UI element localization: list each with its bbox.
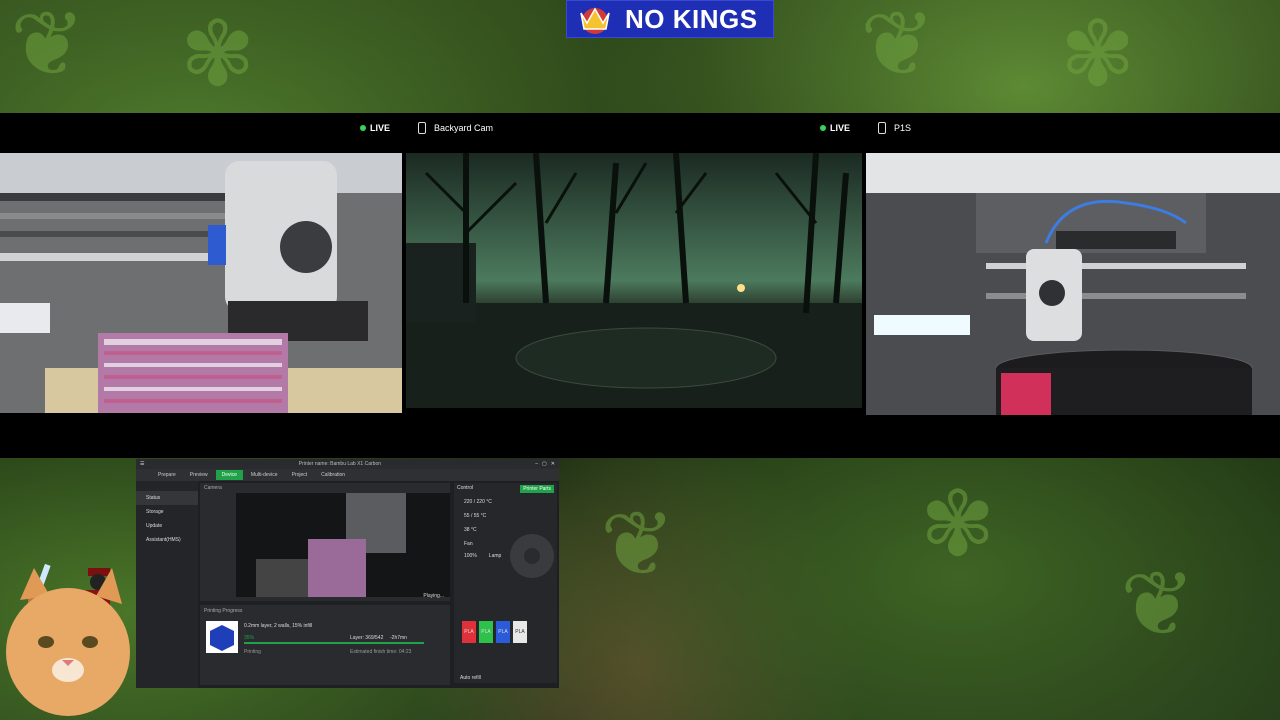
leaf-decor: ❦: [600, 495, 676, 595]
time-left: -2h7mn: [390, 635, 407, 641]
camera-header: P1S: [866, 113, 1280, 143]
tab-preview[interactable]: Preview: [184, 470, 214, 480]
leaf-decor: ✾: [180, 5, 256, 105]
control-header: Control Printer Parts: [454, 483, 557, 495]
cube-icon: [210, 625, 234, 651]
model-thumbnail: [206, 621, 238, 653]
tab-device[interactable]: Device: [215, 470, 243, 480]
tab-multi-device[interactable]: Multi-device: [245, 470, 284, 480]
job-name: 0.2mm layer, 2 walls, 15% infill: [244, 623, 313, 629]
auto-refill[interactable]: Auto refill: [460, 675, 481, 681]
leaf-decor: ✾: [920, 475, 996, 575]
ams-slot-1[interactable]: PLA: [462, 621, 476, 643]
bed-temp[interactable]: 55 / 55 °C: [454, 509, 557, 523]
sidebar-item-storage[interactable]: Storage: [136, 505, 198, 519]
maximize-icon[interactable]: ▢: [542, 461, 547, 467]
menu-icon[interactable]: ☰: [140, 461, 144, 467]
tab-project[interactable]: Project: [286, 470, 314, 480]
leaf-decor: ❦: [860, 0, 936, 95]
banner-text: NO KINGS: [625, 3, 758, 34]
printer-feed-1: [0, 153, 402, 413]
layer-text: Layer: 369/542: [350, 635, 384, 641]
bambu-studio-window: ☰ Printer name: Bambu Lab X1 Carbon – ▢ …: [136, 459, 559, 688]
ams-slot-2[interactable]: PLA: [479, 621, 493, 643]
progress-percent: 35%: [244, 635, 255, 641]
live-indicator: LIVE: [819, 123, 850, 133]
no-kings-banner: NO KINGS: [566, 0, 774, 38]
control-label: Control: [457, 485, 474, 491]
nozzle-temp[interactable]: 220 / 220 °C: [454, 495, 557, 509]
p1s-feed: [866, 153, 1280, 415]
leaf-decor: ✾: [1060, 5, 1136, 105]
progress-fill: [244, 642, 424, 644]
camera-title: Backyard Cam: [434, 123, 494, 133]
sidebar-item-status[interactable]: Status: [136, 491, 198, 505]
top-tabs: Prepare Preview Device Multi-device Proj…: [136, 469, 559, 481]
ams-slots: PLA PLA PLA PLA: [462, 621, 527, 643]
camera-header: Backyard Cam LIVE: [406, 113, 862, 143]
camera-panel: Camera Playing...: [200, 483, 450, 601]
leaf-decor: ❦: [10, 0, 86, 95]
progress-title: Printing Progress: [204, 608, 243, 614]
sidebar: Status Storage Update Assistant(HMS): [136, 481, 198, 688]
printing-progress-panel: Printing Progress 0.2mm layer, 2 walls, …: [200, 605, 450, 685]
window-titlebar: ☰ Printer name: Bambu Lab X1 Carbon – ▢ …: [136, 459, 559, 469]
camera-panel-label: Camera: [204, 485, 222, 491]
playing-label: Playing...: [423, 593, 444, 599]
phone-icon: [878, 122, 886, 134]
close-icon[interactable]: ✕: [551, 461, 555, 467]
control-panel: Control Printer Parts 220 / 220 °C 55 / …: [454, 483, 557, 683]
jog-pad[interactable]: [509, 527, 555, 585]
crown-icon: [580, 7, 610, 34]
sidebar-item-assistant[interactable]: Assistant(HMS): [136, 533, 198, 547]
ams-slot-4[interactable]: PLA: [513, 621, 527, 643]
camera-header: LIVE: [0, 113, 402, 143]
tab-calibration[interactable]: Calibration: [315, 470, 351, 480]
progress-bar: [244, 642, 424, 644]
camera-title: P1S: [894, 123, 912, 133]
speed-value[interactable]: 100%: [464, 553, 477, 559]
leaf-decor: ❦: [1120, 555, 1196, 655]
minimize-icon[interactable]: –: [535, 461, 538, 467]
kitten-overlay: [6, 568, 130, 716]
backyard-feed: [406, 153, 862, 408]
print-camera-view: [236, 493, 450, 597]
status-text: Printing: [244, 649, 261, 655]
tab-prepare[interactable]: Prepare: [152, 470, 182, 480]
finish-time: Estimated finish time: 04:23: [350, 649, 412, 655]
printer-parts-button[interactable]: Printer Parts: [520, 485, 554, 493]
ams-slot-3[interactable]: PLA: [496, 621, 510, 643]
window-title: Printer name: Bambu Lab X1 Carbon: [298, 461, 382, 467]
sidebar-item-update[interactable]: Update: [136, 519, 198, 533]
live-indicator: LIVE: [359, 123, 390, 133]
lamp-label[interactable]: Lamp: [489, 553, 502, 559]
phone-icon: [418, 122, 426, 134]
